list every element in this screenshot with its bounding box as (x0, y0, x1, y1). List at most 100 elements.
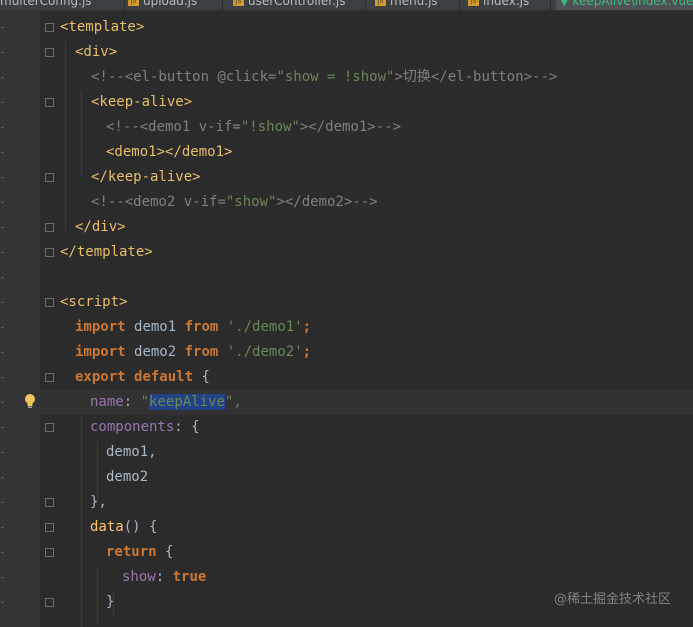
comment-string: "show = !show" (276, 69, 395, 85)
tab-label: index.js (483, 0, 530, 8)
comment-text: <!--<el-button @click= (91, 69, 277, 85)
keyword-true: true (172, 569, 207, 585)
tab-label: keepAlive\index.vue (572, 0, 693, 8)
code-line: return { (106, 540, 693, 565)
tab-usercontroller[interactable]: JS userController.js (229, 0, 366, 10)
code-line-current: name: "keepAlive", (40, 390, 693, 415)
editor-tab-bar: multerConfig.js JS upload.js JS userContro… (0, 0, 693, 11)
function-name: data (90, 519, 124, 535)
property-key: components (90, 419, 175, 435)
js-file-icon: JS (375, 0, 386, 6)
property-key: name (90, 394, 124, 410)
code-line: }, (90, 490, 693, 515)
fold-marker[interactable] (45, 98, 54, 107)
gutter-tick (1, 327, 4, 328)
fold-marker[interactable] (45, 548, 54, 557)
fold-marker[interactable] (45, 223, 54, 232)
tab-label: menu.js (390, 0, 438, 8)
colon: : (155, 569, 165, 585)
tab-upload[interactable]: JS upload.js (124, 0, 223, 10)
code-line: show: true (122, 565, 693, 590)
comment-text: ></demo2>--> (276, 194, 378, 210)
div-open-tag: <div> (75, 44, 118, 60)
code-editor[interactable]: <template> <div> <!--<el-button @click="… (40, 11, 693, 627)
fold-marker[interactable] (45, 423, 54, 432)
keep-alive-open-tag: <keep-alive> (91, 94, 193, 110)
string-quote: " (140, 394, 150, 410)
watermark: @稀土掘金技术社区 (553, 592, 671, 607)
fold-marker[interactable] (45, 23, 54, 32)
fold-marker[interactable] (45, 373, 54, 382)
brace: { (201, 369, 210, 385)
keyword-export: export (75, 369, 126, 385)
fold-marker[interactable] (45, 598, 54, 607)
fold-marker[interactable] (45, 173, 54, 182)
gutter-tick (1, 252, 4, 253)
js-file-icon: JS (128, 0, 139, 6)
code-line: <template> (60, 15, 693, 40)
gutter-tick (1, 502, 4, 503)
brace: { (149, 519, 158, 535)
lightbulb-icon[interactable] (23, 393, 37, 409)
tab-keepalive-index-vue[interactable]: ▼ keepAlive\index.vue (556, 0, 693, 10)
brace: } (106, 594, 115, 610)
code-line: import demo1 from './demo1'; (75, 315, 693, 340)
comment-string: "!show" (240, 119, 300, 135)
indent-guide (97, 566, 98, 626)
brace: }, (90, 494, 107, 510)
selected-string-value[interactable]: keepAlive (149, 394, 225, 410)
gutter-tick (1, 402, 4, 403)
gutter-tick (1, 202, 4, 203)
gutter-tick (1, 227, 4, 228)
indent-guide (65, 41, 66, 231)
tab-menu[interactable]: JS menu.js (371, 0, 460, 10)
code-line: </div> (75, 215, 693, 240)
parens: () (123, 519, 141, 535)
tab-index-js[interactable]: JS index.js (464, 0, 551, 10)
semicolon: ; (302, 319, 312, 335)
fold-marker[interactable] (45, 48, 54, 57)
gutter-tick (1, 102, 4, 103)
demo1-tag: <demo1></demo1> (106, 144, 233, 160)
code-line: data() { (90, 515, 693, 540)
js-file-icon: JS (233, 0, 244, 6)
import-path: './demo2' (226, 344, 303, 360)
identifier: demo1 (134, 319, 177, 335)
fold-marker[interactable] (45, 248, 54, 257)
editor-gutter (0, 11, 40, 627)
code-line: <!--<demo2 v-if="show"></demo2>--> (91, 190, 693, 215)
gutter-tick (1, 352, 4, 353)
gutter-tick (1, 127, 4, 128)
gutter-tick (1, 302, 4, 303)
colon: : (174, 419, 183, 435)
code-line: demo1, (106, 440, 693, 465)
string-quote: ", (224, 394, 242, 410)
template-open-tag: <template> (60, 19, 145, 35)
script-open-tag: <script> (60, 294, 128, 310)
gutter-tick (1, 527, 4, 528)
gutter-tick (1, 177, 4, 178)
keyword-from: from (184, 319, 219, 335)
identifier: demo2 (106, 469, 149, 485)
code-line: </template> (60, 240, 693, 265)
fold-marker[interactable] (45, 298, 54, 307)
identifier: demo2 (134, 344, 177, 360)
code-line: demo2 (106, 465, 693, 490)
gutter-tick (1, 577, 4, 578)
template-close-tag: </template> (60, 244, 153, 260)
code-line: <demo1></demo1> (106, 140, 693, 165)
tab-label: userController.js (248, 0, 346, 8)
property-key: show (122, 569, 156, 585)
gutter-tick (1, 377, 4, 378)
fold-marker[interactable] (45, 523, 54, 532)
keyword-from: from (184, 344, 219, 360)
fold-marker[interactable] (45, 498, 54, 507)
tab-multerconfig[interactable]: multerConfig.js (0, 0, 125, 10)
code-line: <div> (75, 40, 693, 65)
gutter-tick (1, 277, 4, 278)
gutter-tick (1, 52, 4, 53)
identifier: demo1, (106, 444, 157, 460)
keyword-import: import (75, 344, 126, 360)
keyword-return: return (106, 544, 157, 560)
code-line: export default { (75, 365, 693, 390)
